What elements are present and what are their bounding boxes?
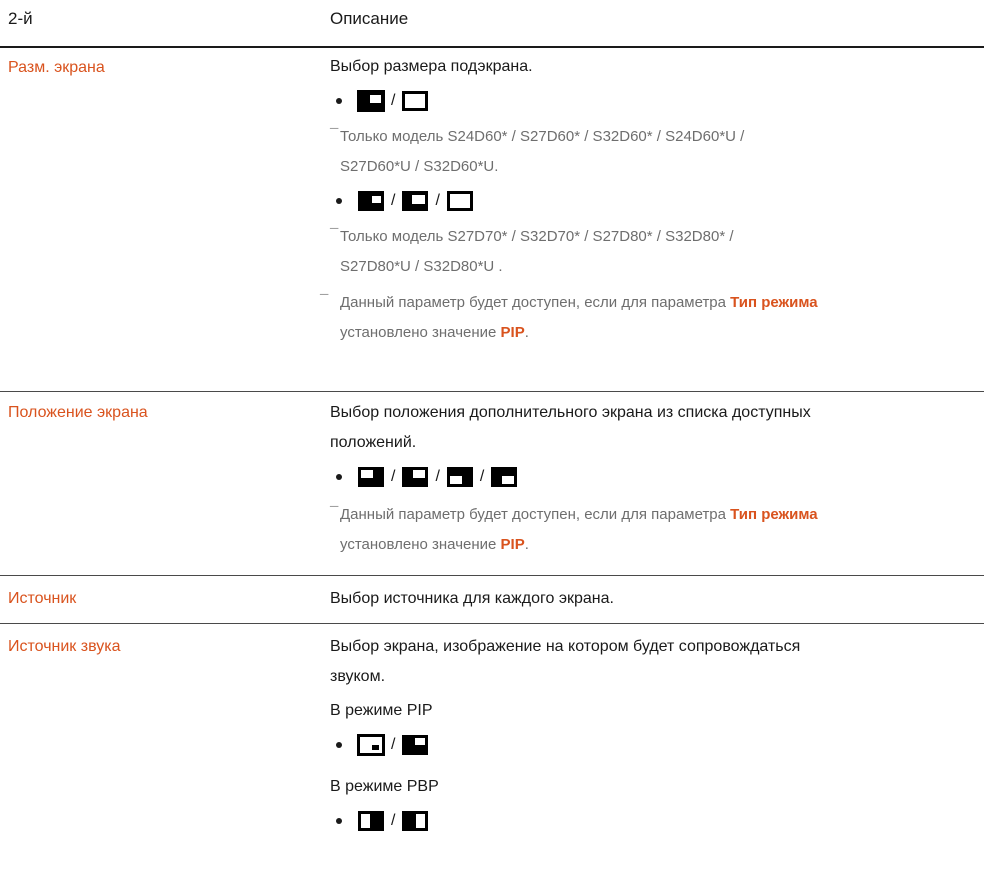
position-bottom-right-icon — [491, 467, 518, 487]
pip-link: PIP — [500, 536, 525, 553]
page: 2-й Описание Разм. экрана Выбор размера … — [0, 0, 984, 885]
row-description: Выбор источника для каждого экрана. — [330, 590, 614, 607]
note: ¯ Данный параметр будет доступен, если д… — [320, 292, 818, 341]
bullet — [336, 198, 342, 204]
separator: / — [391, 468, 396, 485]
separator: / — [435, 468, 440, 485]
sound-pip-main-icon — [402, 735, 429, 755]
mode-type-link: Тип режима — [730, 506, 818, 523]
list-item: / — [330, 806, 978, 840]
separator: / — [435, 192, 440, 209]
table-row-screen-size: Разм. экрана Выбор размера подэкрана. / … — [0, 48, 984, 392]
bullet — [336, 742, 342, 748]
position-bottom-left-icon — [446, 467, 473, 487]
list-item: / — [330, 730, 978, 764]
sound-pbp-right-icon — [358, 811, 384, 831]
row-label: Источник — [8, 590, 77, 607]
list-item: / / / — [330, 462, 978, 496]
table-row-source: Источник Выбор источника для каждого экр… — [0, 576, 984, 624]
row-label: Разм. экрана — [8, 59, 105, 76]
note-text: Данный параметр будет доступен, если для… — [340, 506, 731, 523]
bullet — [336, 818, 342, 824]
description-line: звуком. — [330, 668, 386, 685]
screen-size-full-icon — [446, 191, 473, 211]
column-header-description: Описание — [330, 9, 409, 28]
screen-size-large-icon — [357, 90, 385, 112]
note-text: . — [524, 536, 529, 553]
note: ¯ Только модель S27D70* / S32D70* / S27D… — [330, 222, 978, 282]
screen-size-medium-icon — [402, 191, 429, 211]
description-line: положений. — [330, 434, 417, 451]
list-item: / — [330, 86, 978, 120]
note: ¯ Данный параметр будет доступен, если д… — [330, 504, 818, 553]
row-label: Источник звука — [8, 638, 121, 655]
sound-pip-sub-icon — [357, 734, 385, 756]
mode-label-pip: В режиме PIP — [330, 702, 433, 719]
table-row-sound-source: Источник звука Выбор экрана, изображение… — [0, 624, 984, 885]
description-line: Выбор экрана, изображение на котором буд… — [330, 638, 801, 655]
table-row-screen-position: Положение экрана Выбор положения дополни… — [0, 392, 984, 576]
pip-link: PIP — [500, 324, 525, 341]
table-header: 2-й Описание — [0, 0, 984, 48]
position-top-left-icon — [358, 467, 384, 487]
screen-size-large-icon — [358, 191, 384, 211]
note-text: . — [524, 324, 529, 341]
separator: / — [391, 192, 396, 209]
bullet — [336, 474, 342, 480]
description-line: Выбор положения дополнительного экрана и… — [330, 404, 811, 421]
note-line: Только модель S27D70* / S32D70* / S27D80… — [340, 228, 734, 245]
list-item: / / — [330, 186, 978, 220]
note-text: установлено значение — [340, 536, 501, 553]
bullet — [336, 98, 342, 104]
note-text: установлено значение — [340, 324, 501, 341]
column-header-item: 2-й — [8, 9, 33, 28]
row-description: Выбор размера подэкрана. — [330, 58, 533, 75]
separator: / — [391, 812, 396, 829]
note-line: Только модель S24D60* / S27D60* / S32D60… — [340, 128, 745, 145]
position-top-right-icon — [402, 467, 429, 487]
note-line: S27D60*U / S32D60*U. — [340, 158, 499, 175]
row-label: Положение экрана — [8, 404, 148, 421]
separator: / — [391, 736, 396, 753]
row-description: Выбор положения дополнительного экрана и… — [330, 398, 978, 458]
row-description: Выбор экрана, изображение на котором буд… — [330, 632, 978, 692]
separator: / — [479, 468, 485, 485]
note-line: S27D80*U / S32D80*U . — [340, 258, 503, 275]
mode-type-link: Тип режима — [730, 294, 818, 311]
sound-pbp-left-icon — [402, 811, 429, 831]
mode-label-pbp: В режиме PBP — [330, 778, 439, 795]
separator: / — [391, 92, 396, 109]
note: ¯ Только модель S24D60* / S27D60* / S32D… — [330, 122, 978, 182]
note-text: Данный параметр будет доступен, если для… — [340, 294, 731, 311]
screen-size-full-icon — [402, 91, 429, 111]
